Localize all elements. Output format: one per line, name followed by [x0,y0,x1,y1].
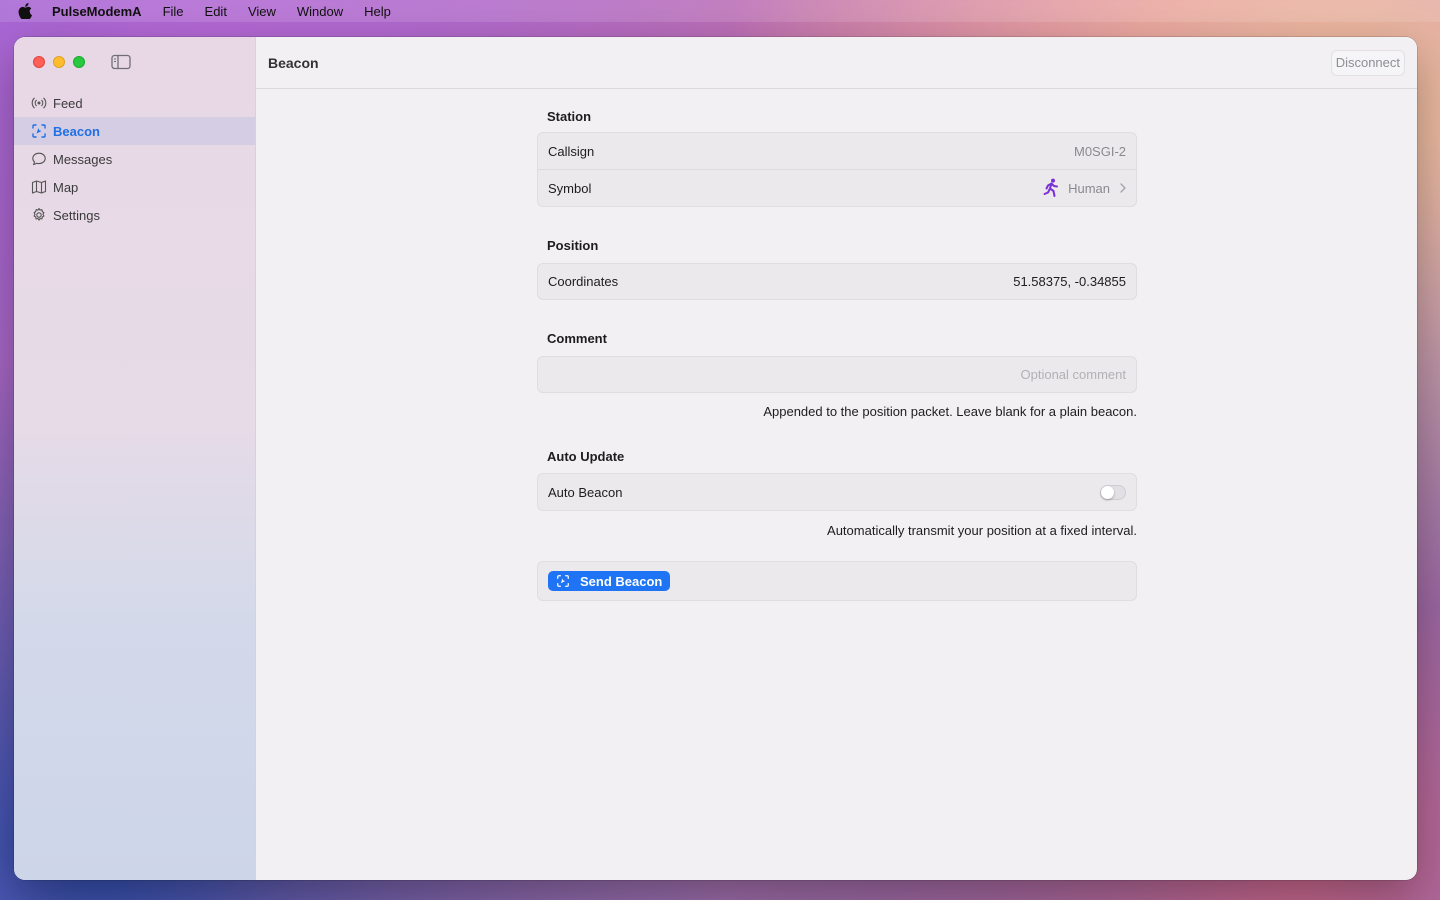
app-window: Feed Beacon Messages Map Settings Beacon… [14,37,1417,880]
menu-edit[interactable]: Edit [205,4,227,19]
sidebar-item-label: Messages [53,151,113,167]
symbol-picker[interactable]: Human [1042,178,1126,198]
sidebar-item-messages[interactable]: Messages [14,145,255,173]
sidebar-item-settings[interactable]: Settings [14,201,255,229]
sidebar: Feed Beacon Messages Map Settings [14,37,256,880]
auto-beacon-label: Auto Beacon [548,484,623,500]
beacon-form: Station Callsign M0SGI-2 Symbol Human Po… [537,89,1137,601]
disconnect-button[interactable]: Disconnect [1330,49,1405,76]
coordinates-label: Coordinates [548,274,619,289]
minimize-button[interactable] [53,56,65,68]
main-panel: Beacon Disconnect Station Callsign M0SGI… [256,37,1417,880]
symbol-label: Symbol [548,180,592,196]
chevron-right-icon [1120,183,1126,193]
sidebar-item-label: Beacon [53,123,100,139]
page-title: Beacon [268,54,319,71]
toggle-knob [1101,485,1114,499]
section-header-station: Station [547,109,592,124]
auto-update-caption: Automatically transmit your position at … [827,523,1137,538]
send-group: Send Beacon [537,561,1137,601]
menu-file[interactable]: File [163,4,184,19]
comment-caption: Appended to the position packet. Leave b… [763,404,1137,419]
coordinates-row: Coordinates 51.58375, -0.34855 [538,264,1136,299]
symbol-value: Human [1068,180,1110,196]
beacon-icon [31,123,47,139]
menu-app-name[interactable]: PulseModemA [52,4,142,19]
comment-group: Optional comment [537,356,1137,393]
callsign-value: M0SGI-2 [1073,143,1126,159]
auto-beacon-row: Auto Beacon [538,474,1136,510]
sidebar-item-label: Settings [53,207,100,223]
symbol-row[interactable]: Symbol Human [538,169,1136,206]
sidebar-item-beacon[interactable]: Beacon [14,117,255,145]
comment-field[interactable]: Optional comment [538,357,1136,392]
sidebar-item-label: Feed [53,95,83,111]
sidebar-item-feed[interactable]: Feed [14,89,255,117]
comment-placeholder: Optional comment [1020,367,1127,382]
gear-icon [31,207,47,223]
beacon-icon [556,574,570,588]
zoom-button[interactable] [73,56,85,68]
sidebar-toggle-icon[interactable] [110,53,132,71]
section-header-auto-update: Auto Update [547,449,625,464]
auto-update-group: Auto Beacon [537,473,1137,511]
auto-beacon-toggle[interactable] [1100,484,1126,500]
menu-help[interactable]: Help [364,4,391,19]
section-header-comment: Comment [547,331,607,346]
antenna-icon [31,95,47,111]
section-header-position: Position [547,238,599,253]
callsign-row: Callsign M0SGI-2 [538,133,1136,169]
send-beacon-label: Send Beacon [580,573,663,589]
station-group: Callsign M0SGI-2 Symbol Human [537,132,1137,207]
menu-bar: PulseModemA File Edit View Window Help [0,0,1440,22]
sidebar-item-map[interactable]: Map [14,173,255,201]
menu-view[interactable]: View [248,4,276,19]
message-bubble-icon [31,151,47,167]
sidebar-item-label: Map [53,179,79,195]
running-person-icon [1042,178,1060,198]
coordinates-value: 51.58375, -0.34855 [1013,274,1126,289]
close-button[interactable] [33,56,45,68]
menu-window[interactable]: Window [297,4,343,19]
apple-logo-icon[interactable] [18,3,32,19]
position-group: Coordinates 51.58375, -0.34855 [537,263,1137,300]
send-beacon-button[interactable]: Send Beacon [548,571,671,591]
sidebar-nav: Feed Beacon Messages Map Settings [14,89,255,229]
window-controls [33,56,85,68]
callsign-label: Callsign [548,143,595,159]
map-icon [31,179,47,195]
toolbar: Beacon Disconnect [256,37,1417,89]
send-row: Send Beacon [538,562,1136,600]
